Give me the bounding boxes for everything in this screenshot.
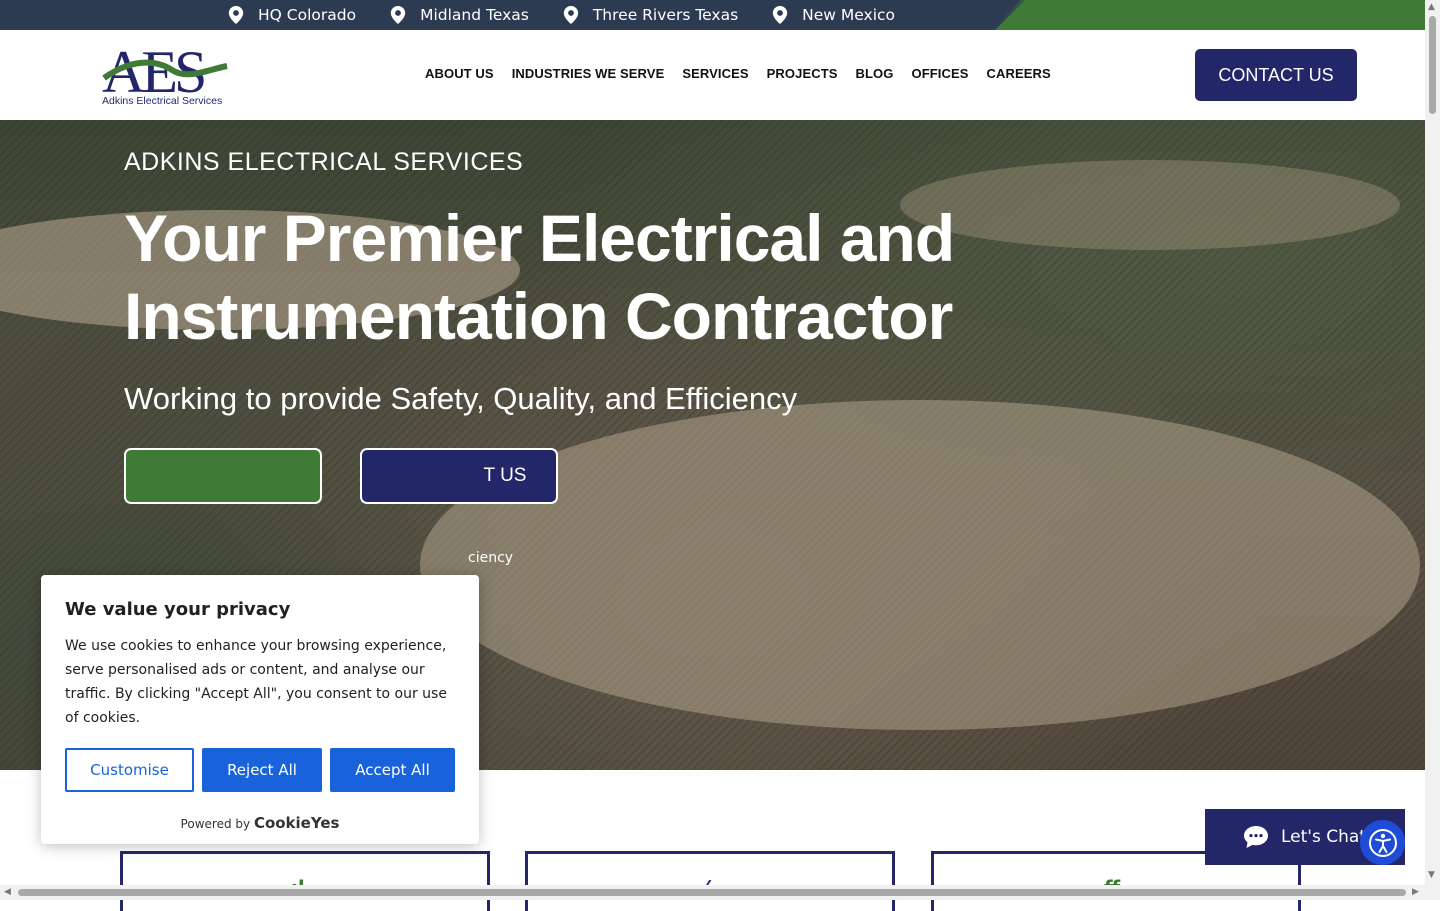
location-midland[interactable]: Midland Texas (390, 6, 529, 24)
hero-subheading: Working to provide Safety, Quality, and … (124, 381, 798, 416)
location-label: Three Rivers Texas (592, 6, 739, 24)
topbar-accent (995, 0, 1425, 30)
location-label: HQ Colorado (258, 6, 357, 24)
scroll-right-icon[interactable]: ▶ (1412, 887, 1419, 897)
hero-eyebrow: ADKINS ELECTRICAL SERVICES (124, 148, 524, 176)
scroll-left-icon[interactable]: ◀ (4, 887, 11, 897)
scroll-up-icon[interactable]: ▲ (1428, 2, 1435, 12)
chat-bubble-icon (1244, 826, 1268, 848)
location-hq[interactable]: HQ Colorado (228, 6, 356, 24)
map-pin-icon (563, 6, 579, 24)
vertical-scroll-thumb[interactable] (1429, 16, 1436, 114)
hero-contact-button[interactable]: T US (360, 448, 558, 504)
hero-content: ADKINS ELECTRICAL SERVICES Your Premier … (124, 148, 955, 417)
horizontal-scrollbar[interactable]: ◀ ▶ (0, 885, 1425, 900)
nav-projects[interactable]: PROJECTS (767, 66, 838, 81)
map-pin-icon (228, 6, 244, 24)
location-label: Midland Texas (420, 6, 529, 24)
aes-logo[interactable]: AES Adkins Electrical Services (102, 39, 242, 110)
location-bar: HQ Colorado Midland Texas Three Rivers T… (0, 0, 1425, 30)
map-pin-icon (772, 6, 788, 24)
headline-line-1: Your Premier Electrical and (124, 201, 955, 275)
site-header: AES Adkins Electrical Services ABOUT US … (0, 30, 1425, 120)
accessibility-icon[interactable] (1360, 820, 1405, 865)
hero-primary-button[interactable] (124, 448, 322, 504)
horizontal-scroll-thumb[interactable] (18, 889, 1406, 896)
location-label: New Mexico (802, 6, 896, 24)
chat-label: Let's Chat! (1281, 827, 1373, 847)
cookie-powered-by: Powered by CookieYes (180, 814, 340, 832)
nav-blog[interactable]: BLOG (856, 66, 894, 81)
cookieyes-logo[interactable]: CookieYes (254, 814, 340, 832)
scroll-down-icon[interactable]: ▼ (1428, 870, 1435, 880)
contact-us-button[interactable]: CONTACT US (1195, 49, 1357, 101)
cookie-consent-banner: We value your privacy We use cookies to … (41, 575, 479, 844)
map-pin-icon (390, 6, 406, 24)
hero-headline: Your Premier Electrical and Instrumentat… (124, 199, 955, 355)
cookie-body: We use cookies to enhance your browsing … (65, 638, 447, 726)
nav-services[interactable]: SERVICES (682, 66, 748, 81)
cookie-title: We value your privacy (65, 599, 291, 620)
nav-industries[interactable]: INDUSTRIES WE SERVE (512, 66, 665, 81)
logo-tagline: Adkins Electrical Services (102, 95, 223, 107)
cookie-customise-button[interactable]: Customise (65, 748, 194, 792)
location-three-rivers[interactable]: Three Rivers Texas (563, 6, 738, 24)
headline-line-2: Instrumentation Contractor (124, 279, 953, 353)
hero-small-text: ciency (468, 550, 514, 566)
nav-offices[interactable]: OFFICES (911, 66, 968, 81)
logo-mark: AES (102, 39, 228, 105)
cookie-reject-button[interactable]: Reject All (202, 748, 322, 792)
service-card[interactable]: ⁄ (525, 851, 895, 911)
nav-careers[interactable]: CAREERS (987, 66, 1051, 81)
nav-about-us[interactable]: ABOUT US (425, 66, 494, 81)
cookie-accept-button[interactable]: Accept All (330, 748, 455, 792)
location-new-mexico[interactable]: New Mexico (772, 6, 895, 24)
vertical-scrollbar[interactable]: ▲ ▼ (1425, 0, 1440, 900)
service-card[interactable]: ıl (120, 851, 490, 911)
main-nav: ABOUT US INDUSTRIES WE SERVE SERVICES PR… (425, 66, 1069, 81)
